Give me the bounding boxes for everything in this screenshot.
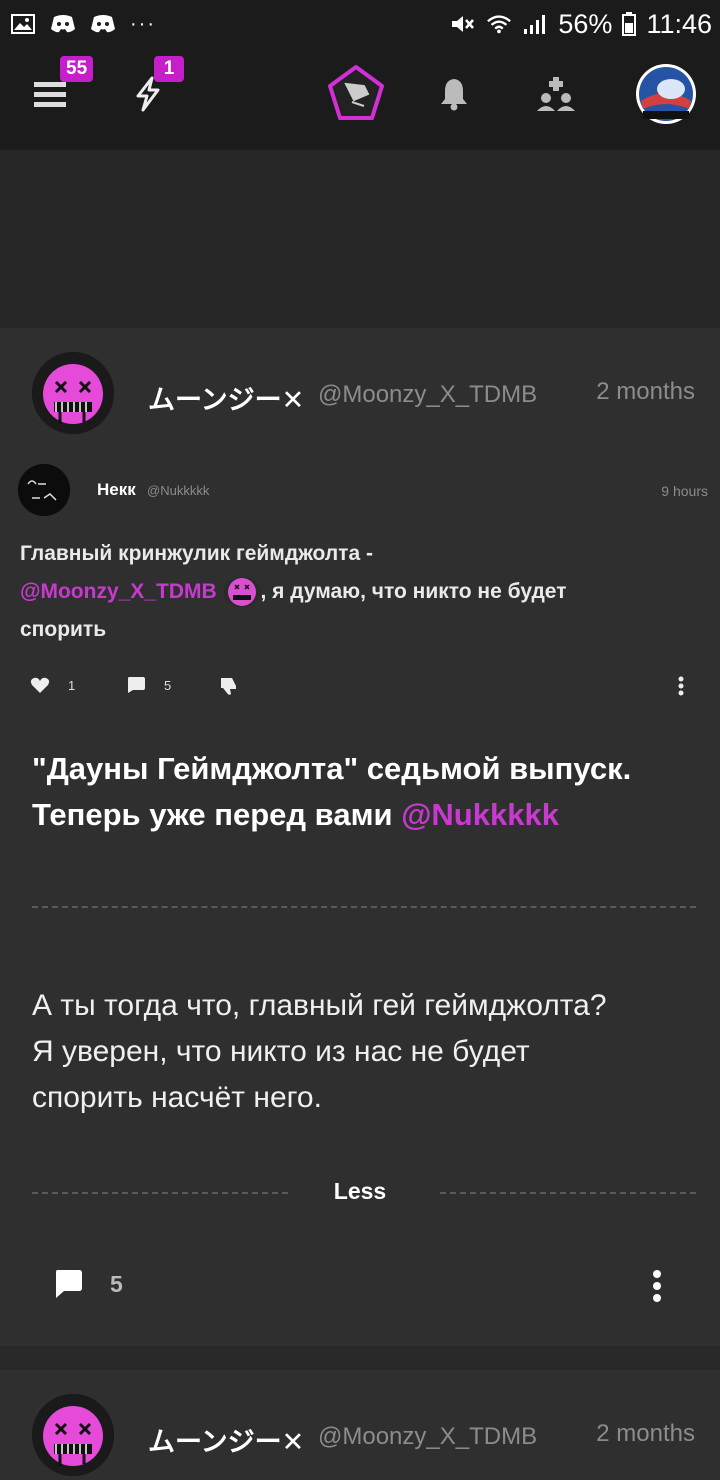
menu-button[interactable]: 55: [18, 56, 94, 126]
quote-text-part3: спорить: [20, 618, 107, 641]
more-notifications: ···: [130, 12, 156, 35]
post-title-line1: "Дауны Геймджолта" седьмой выпуск.: [32, 751, 632, 786]
next-post-card: ムーンジー✕ @Moonzy_X_TDMB 2 months: [0, 1370, 720, 1480]
quote-mention: @Moonzy_X_TDMB: [20, 580, 217, 603]
post-title-line2: Теперь уже перед вами: [32, 797, 393, 832]
avatar-emoji-icon: [222, 577, 261, 608]
post-title-mention[interactable]: @Nukkkkk: [401, 797, 559, 832]
profile-avatar-button[interactable]: [634, 62, 698, 126]
post-footer: 5: [0, 1266, 720, 1306]
next-author-name[interactable]: ムーンジー✕: [148, 1420, 304, 1459]
menu-badge: 55: [60, 56, 94, 82]
thumbs-down-icon: [221, 678, 236, 695]
post-more-button[interactable]: [652, 1270, 662, 1307]
comment-icon: [128, 677, 145, 693]
quote-like: 1: [30, 676, 75, 694]
home-button[interactable]: [324, 62, 388, 126]
comment-icon: [56, 1270, 82, 1298]
next-author-handle[interactable]: @Moonzy_X_TDMB: [318, 1423, 537, 1451]
post-body-line1: А ты тогда что, главный гей геймджолта?: [32, 989, 607, 1022]
clock: 11:46: [646, 8, 712, 39]
activity-badge: 1: [154, 56, 184, 82]
comments-button[interactable]: 5: [52, 1268, 123, 1300]
battery-icon: [622, 12, 637, 36]
discord-icon: [50, 13, 76, 35]
wifi-icon: [486, 13, 512, 35]
friends-button[interactable]: [524, 62, 588, 126]
next-post-time: 2 months: [596, 1420, 695, 1447]
quote-text: Главный кринжулик геймджолта - @Moonzy_X…: [20, 535, 700, 649]
hamburger-icon: [34, 82, 66, 107]
post-body: А ты тогда что, главный гей геймджолта? …: [32, 983, 692, 1121]
author-name[interactable]: ムーンジー✕: [148, 378, 304, 417]
discord-icon: [90, 13, 116, 35]
mute-icon: [450, 13, 476, 35]
app-header: 55 1: [0, 48, 720, 150]
gamejolt-logo-icon: [328, 65, 384, 120]
quote-like-count: 1: [68, 677, 76, 693]
quote-comment-count: 5: [164, 677, 172, 693]
quote-text-part1: Главный кринжулик геймджолта -: [20, 542, 373, 565]
profile-avatar: [636, 64, 696, 124]
quote-author-name: Некк: [97, 480, 136, 499]
comment-count: 5: [110, 1270, 123, 1297]
post-body-line3: спорить насчёт него.: [32, 1081, 322, 1114]
dashed-divider-right: [440, 1192, 696, 1194]
quote-more: [678, 676, 684, 696]
author-handle[interactable]: @Moonzy_X_TDMB: [318, 381, 537, 409]
dashed-divider: [32, 906, 696, 908]
notifications-button[interactable]: [422, 62, 486, 126]
gallery-icon: [10, 13, 36, 35]
signal-icon: [522, 13, 548, 35]
quote-actions: 1 5: [30, 676, 710, 700]
empty-space: [0, 150, 720, 328]
quote-author-avatar: [18, 464, 70, 516]
battery-percent: 56%: [558, 8, 613, 39]
post-author-row[interactable]: ムーンジー✕ @Moonzy_X_TDMB 2 months: [0, 350, 720, 440]
quote-comments: 5: [126, 676, 171, 694]
next-post-author-row[interactable]: ムーンジー✕ @Moonzy_X_TDMB 2 months: [0, 1392, 720, 1480]
more-vertical-icon: [678, 676, 684, 696]
more-vertical-icon: [653, 1270, 661, 1302]
friends-icon: [537, 77, 575, 111]
bell-icon: [441, 79, 467, 111]
heart-icon: [30, 677, 50, 693]
status-bar: ··· 56% 11:46: [0, 0, 720, 48]
quote-text-part2: , я думаю, что никто не будет: [260, 580, 567, 603]
post-time: 2 months: [596, 378, 695, 405]
quote-time: 9 hours: [661, 483, 708, 499]
quote-author-handle: @Nukkkkk: [147, 483, 210, 498]
quote-dislike: [218, 676, 238, 696]
author-avatar[interactable]: [32, 352, 114, 434]
post-body-line2: Я уверен, что никто из нас не будет: [32, 1035, 530, 1068]
post-title: "Дауны Геймджолта" седьмой выпуск. Тепер…: [32, 746, 692, 838]
next-author-avatar[interactable]: [32, 1394, 114, 1476]
activity-button[interactable]: 1: [116, 56, 184, 126]
post-card: ムーンジー✕ @Moonzy_X_TDMB 2 months Некк @Nuk…: [0, 328, 720, 1346]
